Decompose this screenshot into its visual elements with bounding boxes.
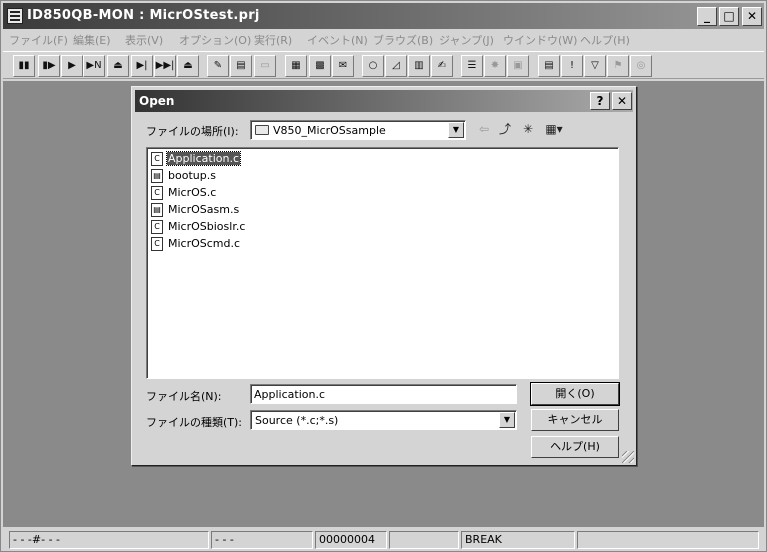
file-name: MicrOS.c bbox=[168, 186, 217, 199]
filetype-dropdown[interactable]: Source (*.c;*.s) ▼ bbox=[250, 410, 517, 430]
close-button[interactable]: ✕ bbox=[742, 7, 762, 26]
filename-field[interactable]: Application.c bbox=[250, 384, 517, 404]
asm-file-icon: ▤ bbox=[151, 169, 163, 183]
local-icon[interactable]: ◿ bbox=[385, 55, 407, 77]
status-mode: - - - bbox=[211, 531, 313, 549]
open-dialog: Open ? ✕ ファイルの場所(I): V850_MicrOSsample ▼… bbox=[131, 86, 637, 466]
go-icon[interactable]: ▶ bbox=[61, 55, 83, 77]
file-name: MicrOScmd.c bbox=[168, 237, 241, 250]
cancel-button[interactable]: キャンセル bbox=[531, 409, 619, 431]
status-info bbox=[577, 531, 759, 549]
coverage-icon[interactable]: ✸ bbox=[484, 55, 506, 77]
resize-grip[interactable] bbox=[622, 451, 634, 463]
location-value: V850_MicrOSsample bbox=[273, 124, 386, 137]
menu-jump[interactable]: ジャンプ(J) bbox=[439, 32, 494, 48]
eject-icon[interactable]: ⏏ bbox=[177, 55, 199, 77]
trace-event-icon[interactable]: ⚑ bbox=[607, 55, 629, 77]
return-icon[interactable]: ⏏ bbox=[107, 55, 129, 77]
assemble-icon[interactable]: ▤ bbox=[230, 55, 252, 77]
c-file-icon: C bbox=[151, 186, 163, 200]
stack-icon[interactable]: ▥ bbox=[408, 55, 430, 77]
view-menu-icon[interactable]: ▦▾ bbox=[542, 121, 566, 137]
new-folder-icon[interactable]: ✳ bbox=[519, 121, 537, 137]
menu-browse[interactable]: ブラウズ(B) bbox=[373, 32, 433, 48]
minimize-button[interactable]: _ bbox=[697, 7, 717, 26]
filename-label: ファイル名(N): bbox=[146, 390, 222, 403]
c-file-icon: C bbox=[151, 220, 163, 234]
dialog-title-bar[interactable]: Open ? ✕ bbox=[135, 90, 633, 112]
back-icon[interactable]: ⇦ bbox=[475, 121, 493, 137]
title-bar[interactable]: ID850QB-MON : MicrOStest.prj _ □ ✕ bbox=[3, 3, 764, 29]
menu-run[interactable]: 実行(R) bbox=[254, 32, 292, 48]
file-list[interactable]: C Application.c ▤ bootup.s C MicrOS.c ▤ … bbox=[146, 147, 619, 379]
go-n-icon[interactable]: ▶N bbox=[83, 55, 105, 77]
dialog-title: Open bbox=[139, 94, 175, 108]
file-name: MicrOSbioslr.c bbox=[168, 220, 246, 233]
location-label: ファイルの場所(I): bbox=[146, 125, 239, 138]
app-icon[interactable] bbox=[7, 8, 23, 24]
menu-event[interactable]: イベント(N) bbox=[307, 32, 368, 48]
event-icon[interactable]: ▤ bbox=[538, 55, 560, 77]
chevron-down-icon[interactable]: ▼ bbox=[448, 122, 464, 138]
filetype-label: ファイルの種類(T): bbox=[146, 416, 243, 429]
chevron-down-icon[interactable]: ▼ bbox=[499, 412, 515, 428]
stop-icon[interactable]: ▮▮ bbox=[13, 55, 35, 77]
snap-icon[interactable]: ▣ bbox=[507, 55, 529, 77]
file-name: bootup.s bbox=[168, 169, 216, 182]
dialog-close-button[interactable]: ✕ bbox=[612, 92, 632, 110]
filter-icon[interactable]: ▽ bbox=[584, 55, 606, 77]
maximize-button[interactable]: □ bbox=[719, 7, 739, 26]
file-name: Application.c bbox=[165, 151, 242, 166]
location-dropdown[interactable]: V850_MicrOSsample ▼ bbox=[250, 120, 466, 140]
dialog-help-button[interactable]: ? bbox=[590, 92, 610, 110]
menu-option[interactable]: オプション(O) bbox=[179, 32, 251, 48]
register-icon[interactable]: ▦ bbox=[285, 55, 307, 77]
status-line-col: - - -#- - - bbox=[9, 531, 209, 549]
source-icon[interactable]: ✎ bbox=[207, 55, 229, 77]
menu-bar: ファイル(F) 編集(E) 表示(V) オプション(O) 実行(R) イベント(… bbox=[3, 30, 764, 49]
status-address: 00000004 bbox=[315, 531, 387, 549]
up-folder-icon[interactable]: ⤴ bbox=[496, 121, 514, 137]
memory-icon[interactable]: ▩ bbox=[309, 55, 331, 77]
toolbar: ▮▮ ▮▶ ▶ ▶N ⏏ ▶| ▶▶| ⏏ ✎ ▤ ▭ ▦ ▩ ✉ ○ ◿ ▥ … bbox=[3, 51, 764, 79]
status-state: BREAK bbox=[461, 531, 575, 549]
menu-view[interactable]: 表示(V) bbox=[125, 32, 163, 48]
filetype-value: Source (*.c;*.s) bbox=[255, 414, 339, 427]
next-over-icon[interactable]: ▶▶| bbox=[154, 55, 176, 77]
file-name: MicrOSasm.s bbox=[168, 203, 240, 216]
open-button[interactable]: 開く(O) bbox=[530, 382, 620, 406]
io-icon[interactable]: ✉ bbox=[332, 55, 354, 77]
stopwatch-icon[interactable]: ◎ bbox=[630, 55, 652, 77]
window-title: ID850QB-MON : MicrOStest.prj bbox=[27, 8, 260, 23]
menu-edit[interactable]: 編集(E) bbox=[73, 32, 111, 48]
c-file-icon: C bbox=[151, 237, 163, 251]
blank-icon[interactable]: ▭ bbox=[254, 55, 276, 77]
asm-file-icon: ▤ bbox=[151, 203, 163, 217]
folder-icon bbox=[255, 125, 269, 135]
step-in-icon[interactable]: ▶| bbox=[131, 55, 153, 77]
filename-value: Application.c bbox=[254, 388, 326, 401]
watch-icon[interactable]: ○ bbox=[362, 55, 384, 77]
menu-help[interactable]: ヘルプ(H) bbox=[580, 32, 630, 48]
status-blank bbox=[389, 531, 459, 549]
menu-window[interactable]: ウインドウ(W) bbox=[503, 32, 577, 48]
c-file-icon: C bbox=[151, 152, 163, 166]
status-bar: - - -#- - - - - - 00000004 BREAK bbox=[3, 530, 764, 550]
menu-file[interactable]: ファイル(F) bbox=[9, 32, 68, 48]
restart-icon[interactable]: ▮▶ bbox=[38, 55, 60, 77]
break-icon[interactable]: ! bbox=[561, 55, 583, 77]
trace-icon[interactable]: ✍ bbox=[431, 55, 453, 77]
help-button[interactable]: ヘルプ(H) bbox=[531, 436, 619, 458]
timer-icon[interactable]: ☰ bbox=[461, 55, 483, 77]
